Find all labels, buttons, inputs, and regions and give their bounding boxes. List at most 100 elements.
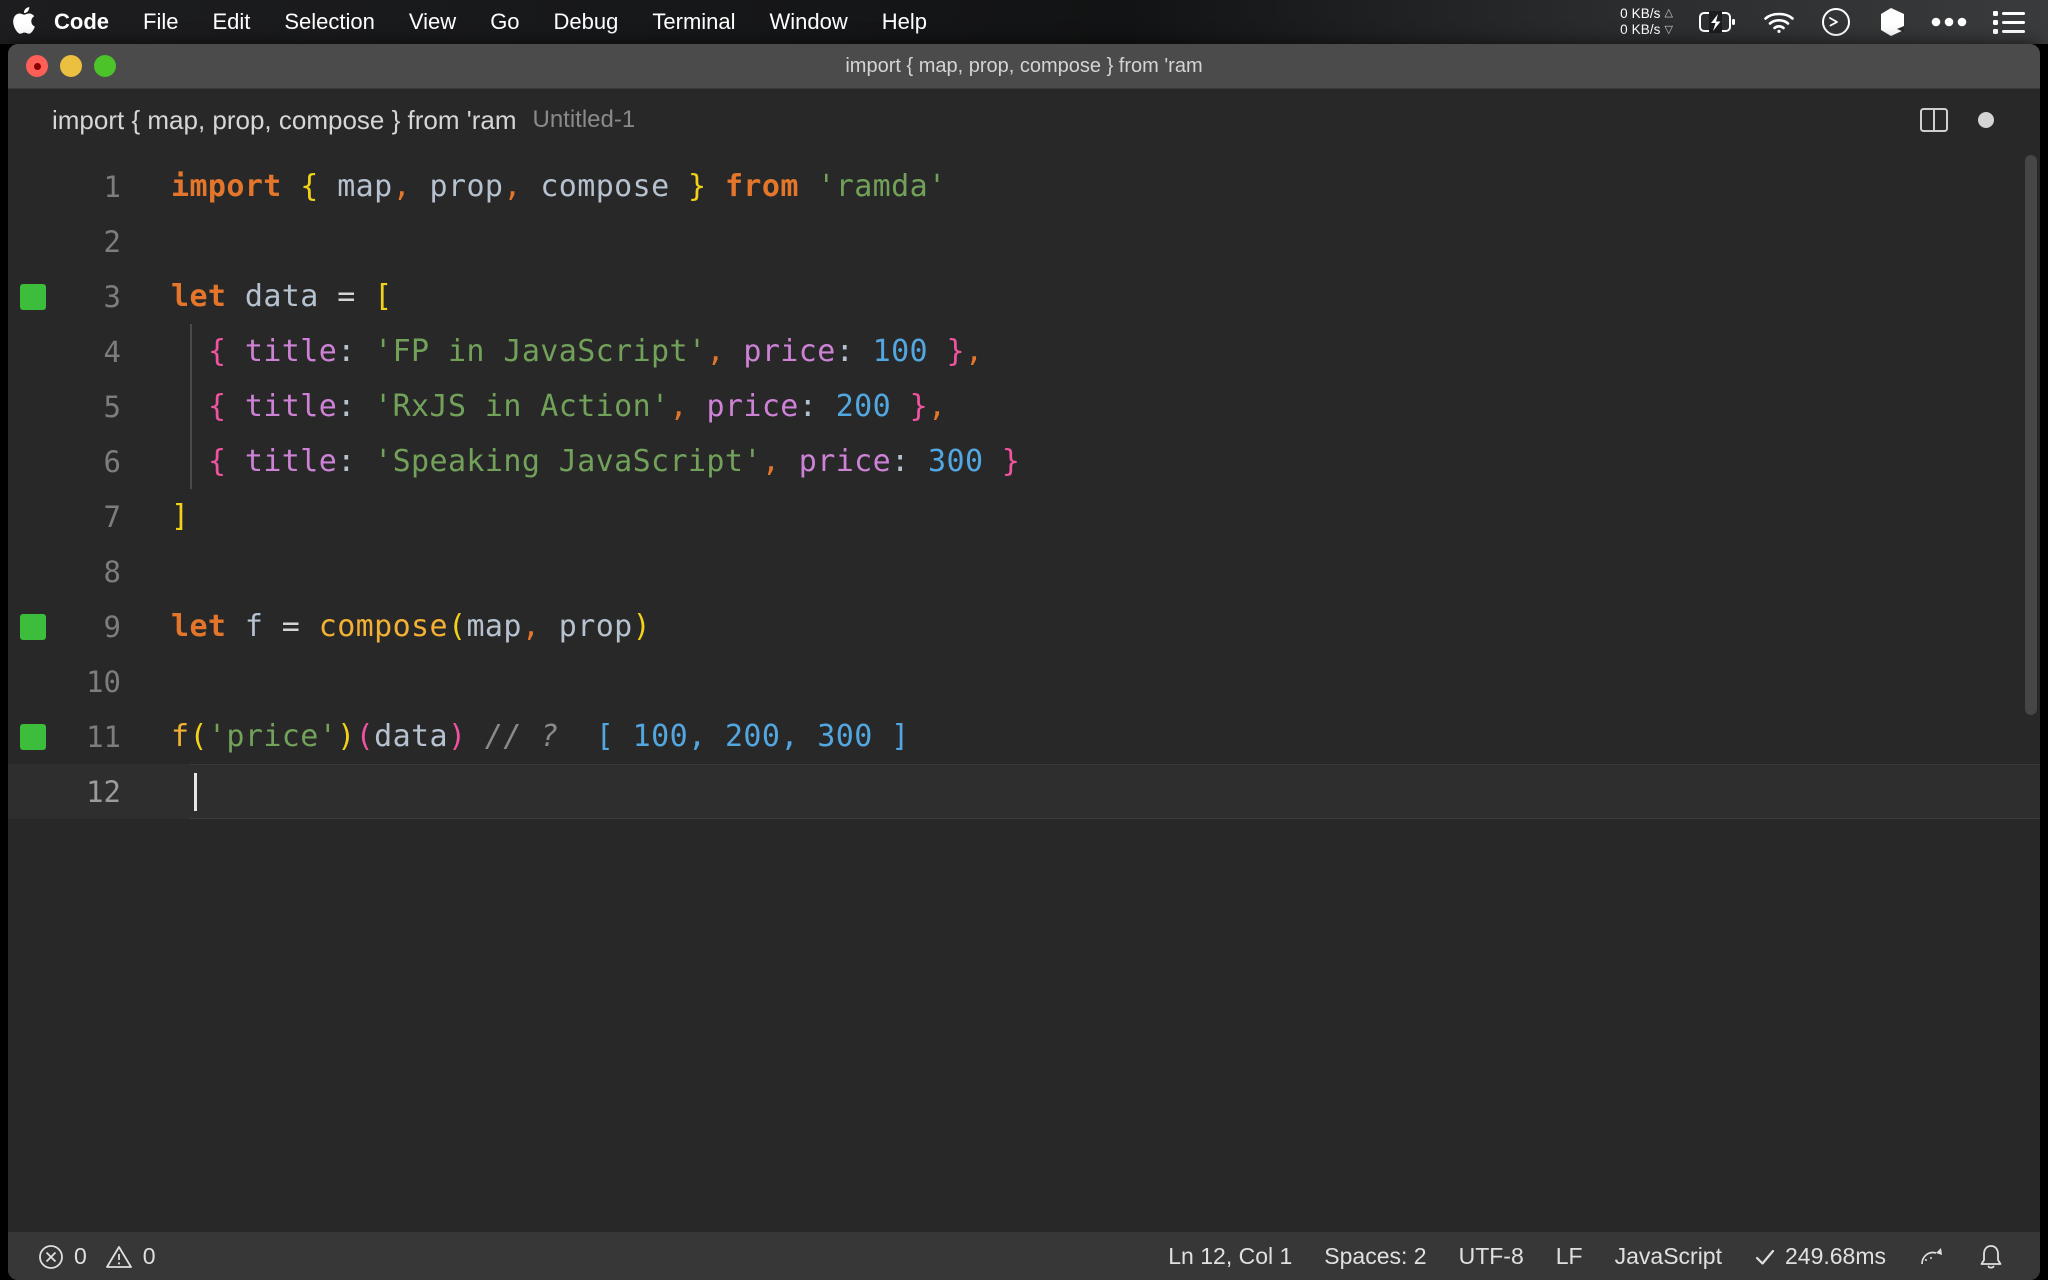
code-line-content[interactable]: ] (143, 499, 189, 534)
code-line[interactable]: 11 f('price')(data) // ? [ 100, 200, 300 … (8, 709, 2040, 764)
split-editor-icon[interactable] (1908, 98, 1960, 142)
code-token: 200 (724, 719, 781, 754)
code-token: let (171, 609, 227, 644)
menu-item-selection[interactable]: Selection (267, 0, 392, 44)
code-token: { (300, 169, 319, 204)
code-line[interactable]: 10 (8, 654, 2040, 709)
code-line[interactable]: 4 { title: 'FP in JavaScript', price: 10… (8, 324, 2040, 379)
run-status-item[interactable]: 249.68ms (1738, 1243, 1902, 1270)
code-line-content[interactable]: let f = compose(map, prop) (143, 609, 651, 644)
code-token: f (244, 609, 264, 644)
menu-item-go[interactable]: Go (473, 0, 536, 44)
minimize-button[interactable] (60, 55, 82, 77)
menu-item-edit[interactable]: Edit (195, 0, 267, 44)
code-token: prop (558, 609, 633, 644)
code-token: } (946, 334, 965, 369)
encoding-item[interactable]: UTF-8 (1443, 1243, 1540, 1270)
code-line[interactable]: 1 import { map, prop, compose } from 'ram… (8, 159, 2040, 214)
eol-item[interactable]: LF (1540, 1243, 1599, 1270)
ellipsis-icon[interactable] (1918, 0, 1980, 44)
download-arrow-icon: ▽ (1664, 24, 1673, 36)
code-line[interactable]: 8 (8, 544, 2040, 599)
control-center-list-icon[interactable] (1980, 0, 2038, 44)
breakpoint-marker-icon[interactable] (20, 613, 46, 640)
code-line[interactable]: 12 (8, 764, 2040, 819)
code-line[interactable]: 5 { title: 'RxJS in Action', price: 200 … (8, 379, 2040, 434)
code-line-content[interactable]: import { map, prop, compose } from 'ramd… (143, 169, 947, 204)
code-token: 'Speaking JavaScript' (374, 444, 762, 479)
cube-icon[interactable] (1864, 0, 1918, 44)
close-icon (33, 62, 41, 70)
code-token: 'ramda' (817, 169, 947, 204)
network-speed-indicator[interactable]: 0 KB/s 0 KB/s △ ▽ (1607, 0, 1686, 44)
check-icon (1755, 1249, 1775, 1265)
menu-item-view[interactable]: View (392, 0, 473, 44)
menu-item-help[interactable]: Help (865, 0, 944, 44)
code-line[interactable]: 7] (8, 489, 2040, 544)
battery-charging-icon[interactable] (1686, 0, 1750, 44)
run-status-text: 249.68ms (1784, 1243, 1886, 1269)
traffic-light-buttons (8, 55, 116, 77)
breakpoint-marker-icon[interactable] (20, 283, 46, 310)
code-token: ) (632, 609, 652, 644)
breadcrumb-secondary[interactable]: Untitled-1 (532, 106, 635, 134)
breadcrumb-primary[interactable]: import { map, prop, compose } from 'ram (52, 105, 516, 136)
code-line-content[interactable]: { title: 'FP in JavaScript', price: 100 … (143, 334, 983, 369)
error-circle-icon (39, 1244, 63, 1269)
code-token: , (780, 719, 799, 754)
code-line[interactable]: 2 (8, 214, 2040, 269)
scrollbar-thumb[interactable] (2025, 155, 2037, 715)
wifi-icon[interactable] (1750, 0, 1808, 44)
macos-menu-bar: Code File Edit Selection View Go Debug T… (0, 0, 2048, 44)
code-token: 100 (632, 719, 689, 754)
menu-item-code[interactable]: Code (46, 0, 126, 44)
maximize-button[interactable] (94, 55, 116, 77)
code-token: data (374, 719, 448, 754)
code-token: : (337, 444, 356, 479)
editor-vertical-scrollbar[interactable] (2022, 151, 2040, 1232)
feedback-smiley-icon[interactable] (1902, 1244, 1962, 1270)
code-line-content[interactable]: let data = [ (143, 279, 393, 314)
cursor-position-item[interactable]: Ln 12, Col 1 (1152, 1243, 1308, 1270)
status-bar-problems[interactable]: 0 0 (38, 1243, 156, 1270)
code-editor[interactable]: 1 import { map, prop, compose } from 'ram… (8, 151, 2040, 1232)
code-line[interactable]: 3 let data = [ (8, 269, 2040, 324)
code-token: , (669, 389, 688, 424)
language-mode-item[interactable]: JavaScript (1599, 1243, 1738, 1270)
code-token: map (337, 169, 393, 204)
code-line-content[interactable]: { title: 'RxJS in Action', price: 200 }, (143, 389, 947, 424)
breakpoint-marker-icon[interactable] (20, 723, 46, 750)
close-button[interactable] (26, 55, 48, 77)
code-line[interactable]: 9 let f = compose(map, prop) (8, 599, 2040, 654)
menu-item-window[interactable]: Window (753, 0, 865, 44)
code-token: price (798, 444, 892, 479)
line-number: 2 (103, 224, 121, 259)
code-token: : (835, 334, 855, 369)
clock-icon[interactable] (1808, 0, 1864, 44)
line-number: 5 (103, 389, 121, 424)
menu-item-debug[interactable]: Debug (537, 0, 636, 44)
menu-item-file[interactable]: File (126, 0, 195, 44)
code-token: , (964, 334, 984, 369)
apple-logo-icon[interactable] (0, 5, 46, 39)
line-number: 12 (86, 774, 121, 809)
unsaved-dot-icon[interactable] (1960, 98, 2012, 142)
code-line-content[interactable]: { title: 'Speaking JavaScript', price: 3… (143, 444, 1020, 479)
code-token: [ (374, 279, 393, 314)
code-token: , (928, 389, 947, 424)
indentation-item[interactable]: Spaces: 2 (1308, 1243, 1442, 1270)
status-bar: 0 0 Ln 12, Col 1 Spaces: 2 UTF-8 LF Java… (8, 1232, 2040, 1280)
code-line[interactable]: 6 { title: 'Speaking JavaScript', price:… (8, 434, 2040, 489)
code-line-content[interactable]: f('price')(data) // ? [ 100, 200, 300 ] (143, 719, 910, 754)
menu-item-terminal[interactable]: Terminal (635, 0, 752, 44)
bell-icon[interactable] (1962, 1243, 2020, 1271)
code-token: let (171, 279, 227, 314)
